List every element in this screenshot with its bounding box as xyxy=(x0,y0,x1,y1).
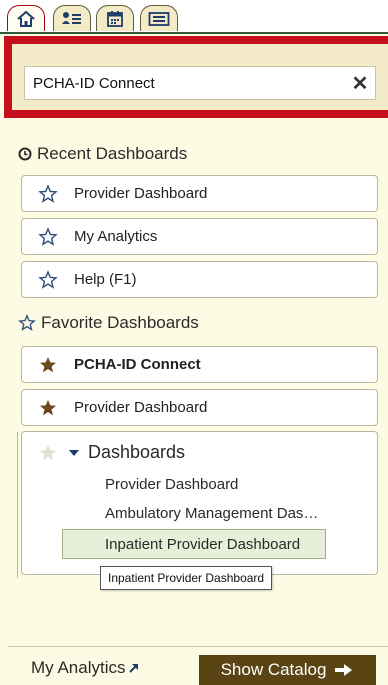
footer-divider xyxy=(8,646,388,647)
show-catalog-label: Show Catalog xyxy=(220,660,327,679)
clock-icon xyxy=(18,147,32,161)
recent-item-label: My Analytics xyxy=(74,228,158,245)
star-outline-icon[interactable] xyxy=(38,183,58,204)
tooltip: Inpatient Provider Dashboard xyxy=(100,566,273,590)
recent-dashboards-heading: Recent Dashboards xyxy=(18,144,187,164)
favorite-folder-dashboards: Dashboards Provider Dashboard Ambulatory… xyxy=(21,431,378,575)
star-outline-icon[interactable] xyxy=(38,226,58,247)
list-icon xyxy=(62,11,81,24)
favorite-dashboards-title: Favorite Dashboards xyxy=(41,313,199,332)
tab-list[interactable] xyxy=(53,5,91,31)
my-analytics-link[interactable]: My Analytics xyxy=(31,658,140,678)
external-link-icon xyxy=(128,662,140,674)
folder-header[interactable]: Dashboards xyxy=(38,442,185,463)
my-analytics-label: My Analytics xyxy=(31,658,126,677)
toolbar-tab-strip xyxy=(0,0,388,34)
favorite-dashboards-heading: Favorite Dashboards xyxy=(18,313,199,333)
search-frame: PCHA-ID Connect ✕ xyxy=(4,36,388,118)
star-disabled-icon[interactable] xyxy=(38,443,58,463)
folder-label: Dashboards xyxy=(88,442,186,462)
search-input-value: PCHA-ID Connect xyxy=(33,74,155,92)
favorite-item-pcha-id-connect[interactable]: PCHA-ID Connect xyxy=(21,346,378,383)
recent-item-my-analytics[interactable]: My Analytics xyxy=(21,218,378,255)
show-catalog-button[interactable]: Show Catalog xyxy=(199,655,376,685)
recent-dashboards-title: Recent Dashboards xyxy=(37,144,188,163)
star-outline-icon[interactable] xyxy=(38,269,58,290)
folder-item-inpatient-provider-dashboard[interactable]: Inpatient Provider Dashboard xyxy=(62,529,326,559)
folder-item-provider-dashboard[interactable]: Provider Dashboard xyxy=(105,476,238,493)
home-icon xyxy=(17,10,35,27)
recent-item-help[interactable]: Help (F1) xyxy=(21,261,378,298)
tab-home[interactable] xyxy=(7,5,45,31)
search-input[interactable]: PCHA-ID Connect ✕ xyxy=(24,66,376,100)
folder-item-ambulatory-management[interactable]: Ambulatory Management Das… xyxy=(105,505,318,522)
inbox-icon xyxy=(148,11,170,26)
favorite-item-label: Provider Dashboard xyxy=(74,399,208,416)
favorite-item-label: PCHA-ID Connect xyxy=(74,356,201,373)
recent-item-label: Provider Dashboard xyxy=(74,185,208,202)
star-outline-icon xyxy=(18,314,36,332)
recent-item-label: Help (F1) xyxy=(74,271,137,288)
clear-search-icon[interactable]: ✕ xyxy=(345,68,375,98)
folder-item-label: Inpatient Provider Dashboard xyxy=(105,535,301,553)
tab-calendar[interactable] xyxy=(96,5,134,31)
arrow-right-icon xyxy=(334,663,354,677)
drag-guide-line xyxy=(17,432,18,578)
chevron-down-icon[interactable] xyxy=(68,449,80,457)
calendar-icon xyxy=(107,10,123,27)
recent-item-provider-dashboard[interactable]: Provider Dashboard xyxy=(21,175,378,212)
star-filled-icon[interactable] xyxy=(38,398,58,418)
tab-inbox[interactable] xyxy=(140,5,178,31)
star-filled-icon[interactable] xyxy=(38,355,58,375)
favorite-item-provider-dashboard[interactable]: Provider Dashboard xyxy=(21,389,378,426)
